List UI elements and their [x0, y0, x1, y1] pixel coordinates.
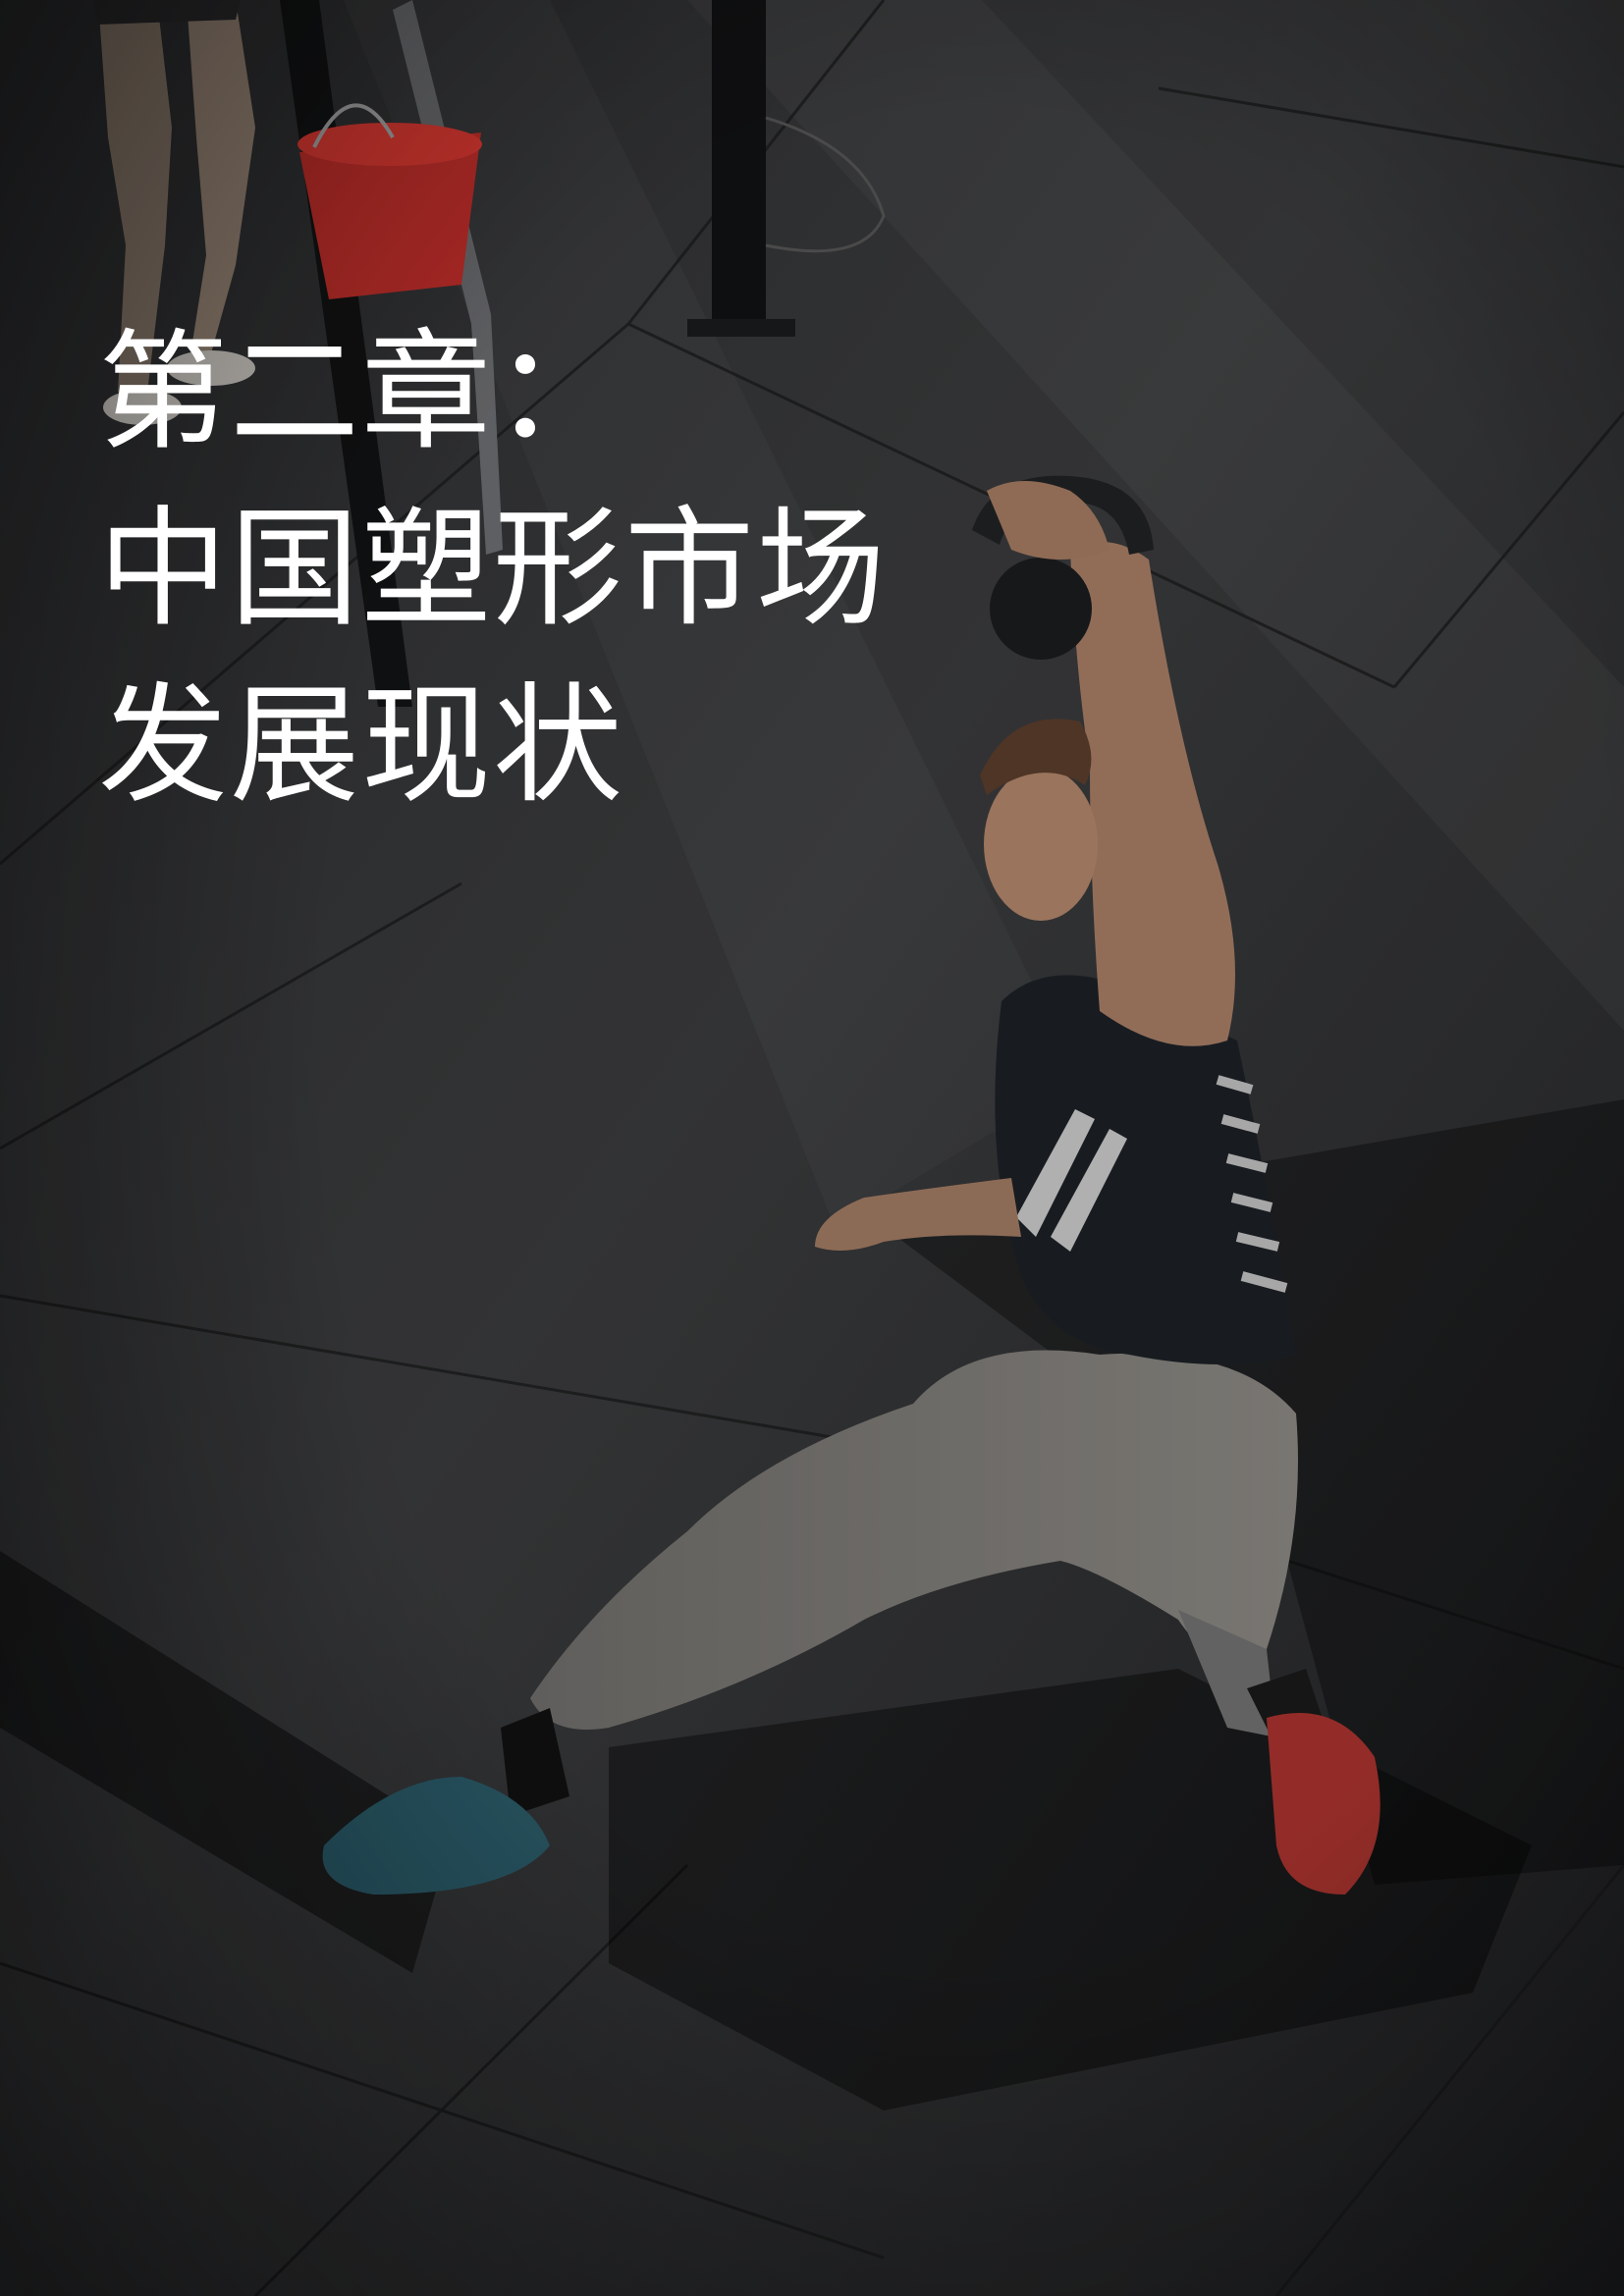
chapter-cover-page: 第二章： 中国塑形市场 发展现状 [0, 0, 1624, 2296]
chapter-title-line-1: 中国塑形市场 [98, 494, 888, 646]
chapter-number: 第二章： [98, 317, 624, 469]
chapter-title-line-2: 发展现状 [98, 670, 624, 823]
chapter-title: 第二章： 中国塑形市场 发展现状 [98, 304, 888, 834]
